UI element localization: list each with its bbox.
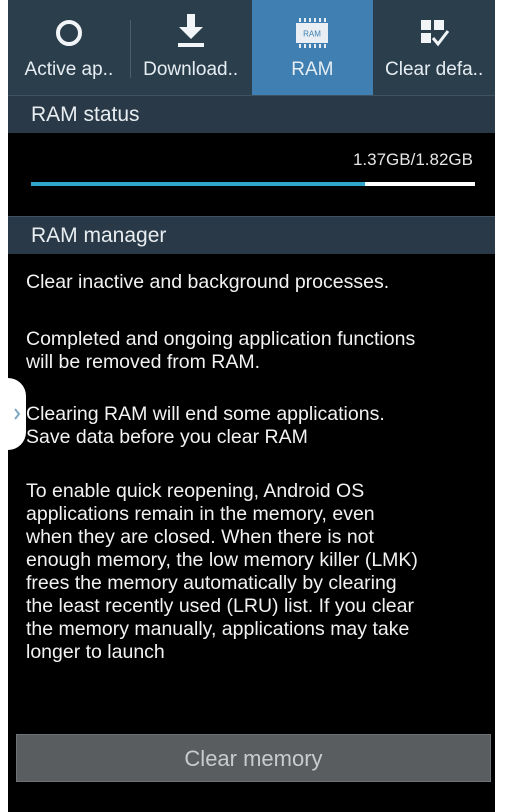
clear-defaults-icon xyxy=(421,20,450,47)
tab-downloaded[interactable]: Download.. xyxy=(129,0,252,95)
ram-usage-value: 1.37GB/1.82GB xyxy=(352,150,473,169)
text-line: Clear inactive and background processes. xyxy=(26,271,390,293)
text-line: the memory manually, applications may ta… xyxy=(26,618,410,640)
tab-clear-defaults[interactable]: Clear defa.. xyxy=(373,0,495,95)
text-line: the least recently used (LRU) list. If y… xyxy=(26,595,414,617)
ram-status-header: RAM status xyxy=(8,95,495,133)
tab-bar: Active ap.. Download.. RAM RAM Clear def… xyxy=(8,0,495,95)
text-line: longer to launch xyxy=(26,641,165,663)
ram-usage-fill xyxy=(31,182,366,186)
description-paragraph: Completed and ongoing application functi… xyxy=(26,328,495,374)
ram-manager-header: RAM manager xyxy=(8,216,495,254)
tab-label: Clear defa.. xyxy=(385,59,484,80)
text-line: Clearing RAM will end some applications. xyxy=(26,403,385,425)
text-line: applications remain in the memory, even xyxy=(26,503,375,525)
app-screen: Active ap.. Download.. RAM RAM Clear def… xyxy=(8,0,495,812)
download-icon xyxy=(177,14,204,47)
text-line: Completed and ongoing application functi… xyxy=(26,328,416,350)
text-line: Save data before you clear RAM xyxy=(26,426,308,448)
ram-usage-bar xyxy=(31,182,475,186)
chevron-right-icon xyxy=(14,408,21,420)
clear-memory-button[interactable]: Clear memory xyxy=(16,734,491,782)
tab-ram[interactable]: RAM RAM xyxy=(251,0,374,95)
tab-label: Download.. xyxy=(143,59,239,80)
text-line: frees the memory automatically by cleari… xyxy=(26,572,397,594)
tab-label: Active ap.. xyxy=(24,59,114,80)
ram-chip-icon: RAM xyxy=(296,18,329,48)
ram-chip-text: RAM xyxy=(303,30,321,39)
text-line: To enable quick reopening, Android OS xyxy=(26,480,365,502)
text-line: will be removed from RAM. xyxy=(26,351,261,373)
tab-label: RAM xyxy=(291,59,334,80)
description-paragraph: Clearing RAM will end some applications.… xyxy=(26,403,495,449)
side-panel-handle[interactable] xyxy=(8,378,26,450)
text-line: enough memory, the low memory killer (LM… xyxy=(26,549,418,571)
description-paragraph: Clear inactive and background processes. xyxy=(26,271,495,294)
description-paragraph: To enable quick reopening, Android OS ap… xyxy=(26,480,495,664)
tab-active-apps[interactable]: Active ap.. xyxy=(8,0,130,95)
text-line: when they are closed. When there is not xyxy=(26,526,374,548)
circle-icon xyxy=(55,20,82,46)
